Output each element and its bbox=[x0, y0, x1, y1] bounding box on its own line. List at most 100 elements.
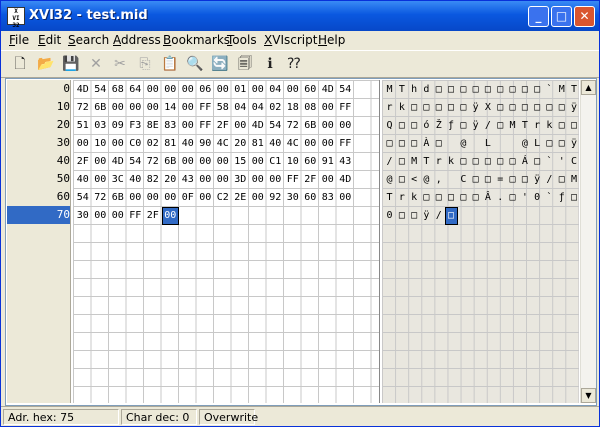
hex-byte[interactable]: 00 bbox=[284, 81, 302, 99]
hex-byte[interactable]: 00 bbox=[249, 189, 267, 207]
hex-byte[interactable]: 00 bbox=[109, 99, 127, 117]
copy-icon[interactable]: ⎘ bbox=[135, 54, 155, 74]
char-byte[interactable]: T bbox=[383, 189, 396, 207]
hex-byte[interactable]: 00 bbox=[127, 99, 145, 117]
char-byte[interactable]: □ bbox=[531, 99, 544, 117]
char-byte[interactable]: / bbox=[481, 117, 494, 135]
char-byte[interactable]: □ bbox=[518, 99, 531, 117]
char-byte[interactable]: r bbox=[531, 117, 544, 135]
scroll-up-icon[interactable]: ▲ bbox=[581, 80, 596, 95]
hex-byte[interactable]: 04 bbox=[232, 99, 250, 117]
hex-byte[interactable]: 30 bbox=[284, 189, 302, 207]
char-byte[interactable]: □ bbox=[457, 153, 470, 171]
char-byte[interactable]: @ bbox=[383, 171, 396, 189]
hex-byte[interactable]: 68 bbox=[109, 81, 127, 99]
hex-byte[interactable]: 00 bbox=[319, 117, 337, 135]
char-byte[interactable] bbox=[445, 171, 458, 189]
new-file-icon[interactable]: 🗋 bbox=[10, 54, 30, 74]
char-byte[interactable]: □ bbox=[395, 153, 408, 171]
char-byte[interactable]: ÿ bbox=[568, 135, 581, 153]
char-byte[interactable]: □ bbox=[445, 81, 458, 99]
maximize-button[interactable]: □ bbox=[551, 6, 572, 27]
hex-byte[interactable]: 58 bbox=[214, 99, 232, 117]
replace-icon[interactable]: 🔄 bbox=[210, 54, 230, 74]
char-byte[interactable]: □ bbox=[543, 135, 556, 153]
hex-byte[interactable]: 4D bbox=[249, 117, 267, 135]
hex-byte[interactable]: 3C bbox=[109, 171, 127, 189]
char-byte[interactable]: T bbox=[568, 81, 581, 99]
hex-byte[interactable]: 2F bbox=[74, 153, 92, 171]
char-byte[interactable]: Q bbox=[383, 117, 396, 135]
hex-byte[interactable]: 4D bbox=[74, 81, 92, 99]
hex-byte[interactable]: 00 bbox=[249, 81, 267, 99]
hex-byte[interactable]: 00 bbox=[92, 171, 110, 189]
char-byte[interactable]: □ bbox=[481, 171, 494, 189]
hex-byte[interactable]: 02 bbox=[144, 135, 162, 153]
menu-xviscript[interactable]: XVIscript bbox=[264, 33, 317, 47]
vertical-scrollbar[interactable]: ▲ ▼ bbox=[580, 80, 596, 403]
hex-byte[interactable]: 18 bbox=[284, 99, 302, 117]
hex-byte[interactable]: 00 bbox=[162, 189, 180, 207]
cut-icon[interactable]: ✂ bbox=[110, 54, 130, 74]
char-byte[interactable]: L bbox=[481, 135, 494, 153]
hex-byte[interactable]: 60 bbox=[302, 153, 320, 171]
info-icon[interactable]: ℹ bbox=[260, 54, 280, 74]
char-byte[interactable]: ' bbox=[518, 189, 531, 207]
char-byte[interactable]: □ bbox=[457, 81, 470, 99]
char-byte[interactable]: T bbox=[395, 81, 408, 99]
hex-byte[interactable]: 40 bbox=[267, 135, 285, 153]
hex-byte[interactable]: 01 bbox=[232, 81, 250, 99]
char-byte[interactable]: □ bbox=[494, 99, 507, 117]
char-byte[interactable]: M bbox=[568, 171, 581, 189]
hex-byte[interactable]: F3 bbox=[127, 117, 145, 135]
hex-byte[interactable]: 00 bbox=[74, 135, 92, 153]
hex-grid[interactable]: 4D 54 68 64 00 00 00 06 00 01 00 04 00 60 4D 54 72 6B 00 00… bbox=[73, 80, 380, 403]
hex-byte[interactable]: 00 bbox=[109, 207, 127, 225]
scroll-down-icon[interactable]: ▼ bbox=[581, 388, 596, 403]
char-byte[interactable]: □ bbox=[481, 81, 494, 99]
hex-byte[interactable]: 00 bbox=[197, 153, 215, 171]
bookmark-icon[interactable]: 🗐 bbox=[235, 54, 255, 74]
char-byte[interactable]: □ bbox=[432, 189, 445, 207]
hex-byte[interactable]: 83 bbox=[319, 189, 337, 207]
hex-byte[interactable]: 20 bbox=[232, 135, 250, 153]
char-byte[interactable]: @ bbox=[420, 171, 433, 189]
context-help-icon[interactable]: ⁇ bbox=[284, 54, 304, 74]
char-byte[interactable]: ÿ bbox=[568, 99, 581, 117]
hex-byte[interactable]: 72 bbox=[92, 189, 110, 207]
hex-byte[interactable]: 6B bbox=[162, 153, 180, 171]
menu-help[interactable]: Help bbox=[318, 33, 345, 47]
hex-byte[interactable]: 00 bbox=[144, 99, 162, 117]
hex-byte[interactable]: 04 bbox=[267, 81, 285, 99]
char-byte[interactable]: □ bbox=[395, 171, 408, 189]
hex-byte[interactable]: 2F bbox=[214, 117, 232, 135]
hex-byte[interactable]: 10 bbox=[284, 153, 302, 171]
hex-byte[interactable]: 08 bbox=[302, 99, 320, 117]
hex-byte[interactable]: 00 bbox=[337, 117, 355, 135]
char-byte[interactable]: 0 bbox=[531, 189, 544, 207]
hex-byte[interactable]: 91 bbox=[319, 153, 337, 171]
hex-byte[interactable]: 00 bbox=[92, 153, 110, 171]
hex-byte[interactable]: 00 bbox=[109, 135, 127, 153]
hex-byte[interactable]: 43 bbox=[179, 171, 197, 189]
char-byte[interactable]: @ bbox=[518, 135, 531, 153]
char-byte[interactable]: □ bbox=[506, 81, 519, 99]
char-byte[interactable]: / bbox=[543, 171, 556, 189]
char-grid[interactable]: M Th d □ □ □ □ □ □ □ □ □ ` M Tr k □ □ □ □ □ ÿ X □ □ □ □ □ □ ÿ Q □ □ ó Žƒ □ ÿ… bbox=[382, 80, 579, 403]
status-mode[interactable]: Overwrite bbox=[199, 409, 258, 425]
char-byte[interactable]: M bbox=[555, 81, 568, 99]
char-byte[interactable]: □ bbox=[445, 99, 458, 117]
hex-byte[interactable]: 90 bbox=[197, 135, 215, 153]
char-byte[interactable]: □ bbox=[555, 171, 568, 189]
char-byte[interactable]: ƒ bbox=[445, 117, 458, 135]
hex-byte[interactable]: C1 bbox=[267, 153, 285, 171]
char-byte[interactable]: □ bbox=[432, 99, 445, 117]
char-byte[interactable]: M bbox=[383, 81, 396, 99]
char-byte[interactable]: □ bbox=[395, 207, 408, 225]
char-byte[interactable]: = bbox=[494, 171, 507, 189]
char-byte[interactable]: □ bbox=[518, 171, 531, 189]
hex-byte[interactable]: 4D bbox=[337, 171, 355, 189]
hex-byte[interactable]: 6B bbox=[109, 189, 127, 207]
menu-address[interactable]: Address bbox=[113, 33, 161, 47]
hex-byte[interactable]: 54 bbox=[92, 81, 110, 99]
